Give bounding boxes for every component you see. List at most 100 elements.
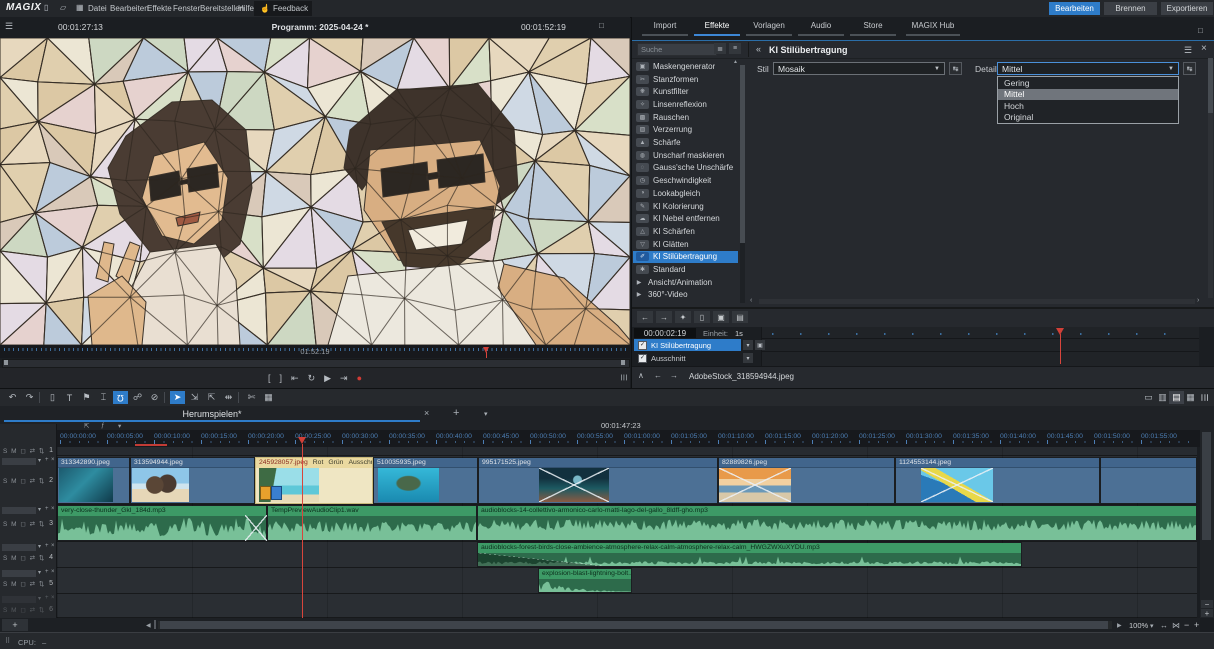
search-input[interactable] (637, 43, 717, 56)
video-clip[interactable]: 510035935.jpeg (373, 457, 478, 504)
video-clip[interactable]: 313594944.jpeg (130, 457, 255, 504)
media-prev-icon[interactable]: ← (654, 371, 662, 380)
mouse-mode-stretch-icon[interactable]: ⇹ (221, 391, 236, 404)
menu-effekte[interactable]: Effekte (147, 4, 172, 13)
effect-item-unscharf-maskieren[interactable]: ◍Unscharf maskieren (633, 149, 738, 162)
project-add-icon[interactable]: + (453, 407, 459, 419)
keyframe-lane[interactable] (761, 327, 1199, 366)
menu-fenster[interactable]: Fenster (173, 4, 200, 13)
preview-scrub-bar[interactable] (0, 358, 630, 368)
delete-object-icon[interactable]: ▯ (45, 391, 60, 404)
track-dropdown-icon[interactable]: ▾ (38, 543, 41, 550)
effect-item-geschwindigkeit[interactable]: ◷Geschwindigkeit (633, 174, 738, 187)
mode-button-brennen[interactable]: Brennen (1104, 2, 1157, 15)
details-reset-button[interactable]: ↹ (1183, 62, 1196, 75)
jump-end-icon[interactable]: ⇥ (340, 374, 348, 383)
video-clip[interactable]: 313342890.jpeg (57, 457, 130, 504)
effect-item-ki-schärfen[interactable]: △KI Schärfen (633, 225, 738, 238)
timeline-playhead-line[interactable] (302, 444, 303, 618)
mode-button-exportieren[interactable]: Exportieren (1161, 2, 1213, 15)
effect-item-kunstfilter[interactable]: ❋Kunstfilter (633, 85, 738, 98)
keyframe-row-checkbox[interactable]: ✓ (638, 341, 647, 350)
track-options-dropdown-icon[interactable]: ▾ (118, 422, 121, 430)
track-name-input[interactable] (2, 507, 36, 514)
video-clip[interactable]: 82889826.jpeg (718, 457, 895, 504)
panel-menu-icon[interactable]: ☰ (1184, 45, 1192, 56)
tab-effekte[interactable]: Effekte (691, 21, 743, 36)
panel-fullscreen-icon[interactable]: □ (1198, 26, 1203, 35)
track-sm-buttons[interactable]: S M ◻ ⇄ ⇅ (3, 606, 45, 614)
track-vscrollbar-thumb[interactable] (1202, 432, 1211, 540)
audio-clip[interactable]: explosion-blast-lightning-bolt... (538, 568, 632, 593)
track-sm-buttons[interactable]: S M ◻ ⇄ ⇅ (3, 554, 45, 562)
sort-list-icon[interactable]: ≣ (714, 43, 726, 54)
effect-item-gauss-sche-unschärfe[interactable]: ◌Gauss'sche Unschärfe (633, 162, 738, 175)
add-track-button[interactable]: + (2, 619, 28, 631)
details-dropdown[interactable]: Mittel ▼ (997, 62, 1179, 75)
effect-item-ki-nebel-entfernen[interactable]: ☁KI Nebel entfernen (633, 212, 738, 225)
details-option-mittel[interactable]: Mittel (998, 89, 1178, 101)
loop-icon[interactable]: ↻ (308, 374, 316, 383)
track-dropdown-icon[interactable]: ▾ (38, 506, 41, 513)
record-icon[interactable]: ● (357, 374, 362, 383)
zoom-in-icon[interactable]: + (1194, 620, 1199, 630)
audio-clip[interactable]: audioblocks-14-collettivo-armonico-carlo… (477, 505, 1197, 541)
hscroll-track[interactable] (158, 621, 1112, 629)
back-chevron-icon[interactable]: « (756, 44, 761, 54)
timeline-mode-icon[interactable]: ▤ (1169, 391, 1184, 404)
track-dropdown-icon[interactable]: ▾ (38, 595, 41, 602)
hscroll-thumb-grip[interactable] (154, 620, 156, 629)
video-clip[interactable]: 995171525.jpeg (478, 457, 718, 504)
effect-item-ansicht-animation[interactable]: ▶Ansicht/Animation (633, 276, 738, 289)
project-list-dropdown-icon[interactable]: ▾ (484, 410, 488, 418)
track-add-icon[interactable]: + (45, 543, 49, 549)
preview-fullscreen-icon[interactable]: □ (599, 21, 604, 30)
scrub-handle-right[interactable] (621, 360, 625, 365)
mouse-mode-all-icon[interactable]: ⇱ (204, 391, 219, 404)
detail-scroll-left-icon[interactable]: ‹ (750, 297, 752, 304)
track-dropdown-icon[interactable]: ▾ (38, 457, 41, 464)
effect-item-standard[interactable]: ✱Standard (633, 263, 738, 276)
audio-mixer-icon[interactable]: ☰ (1197, 391, 1212, 404)
track-name-input[interactable] (2, 458, 36, 465)
hscroll-thumb[interactable] (160, 621, 1108, 629)
menu-bearbeiten[interactable]: Bearbeiten (110, 4, 149, 13)
effect-item-ki-glätten[interactable]: ▽KI Glätten (633, 238, 738, 251)
video-clip[interactable]: 1124553144.jpeg (895, 457, 1100, 504)
effect-item-lookabgleich[interactable]: ◑Lookabgleich (633, 187, 738, 200)
split-object-icon[interactable]: ✄ (244, 391, 259, 404)
track-name-input[interactable] (2, 544, 36, 551)
menu-hilfe[interactable]: Hilfe (238, 4, 254, 13)
marker-icon[interactable]: ⚑ (79, 391, 94, 404)
keyframe-row-ki-stilübertragung[interactable]: ✓KI Stilübertragung (634, 339, 741, 351)
sort-tree-icon[interactable]: ≡ (729, 43, 741, 54)
audio-level-icon[interactable]: ☰ (620, 373, 627, 382)
details-option-original[interactable]: Original (998, 112, 1178, 124)
zoom-level-value[interactable]: 100% (1129, 621, 1148, 630)
video-clip[interactable] (1100, 457, 1197, 504)
tab-import[interactable]: Import (639, 21, 691, 36)
hscroll-left-icon[interactable]: ◀ (146, 622, 151, 629)
track-add-icon[interactable]: + (45, 457, 49, 463)
range-in-icon[interactable]: [ (268, 374, 271, 383)
expand-arrow-icon[interactable]: ▶ (633, 279, 645, 286)
project-tab[interactable]: Herumspielen* (4, 409, 420, 419)
audio-clip[interactable]: audioblocks-forest-birds-close-ambience-… (477, 542, 1022, 567)
stil-dropdown[interactable]: Mosaik ▼ (773, 62, 945, 75)
track-lane-6[interactable] (57, 594, 1197, 618)
unlink-objects-icon[interactable]: ⊘ (147, 391, 162, 404)
keyframe-next-icon[interactable]: → (656, 311, 672, 323)
stil-reset-button[interactable]: ↹ (949, 62, 962, 75)
mouse-mode-single-icon[interactable]: ⇲ (187, 391, 202, 404)
effect-item-maskengenerator[interactable]: ▣Maskengenerator (633, 60, 738, 73)
keyframe-playhead-marker[interactable] (1056, 328, 1064, 335)
audio-clip[interactable]: very-close-thunder_GkI_184d.mp3 (57, 505, 267, 541)
track-add-icon[interactable]: + (45, 506, 49, 512)
detail-vscrollbar-thumb[interactable] (1208, 58, 1213, 113)
keyframe-copy-icon[interactable]: ▣ (713, 311, 729, 323)
track-sm-buttons[interactable]: S M ◻ ⇄ ⇅ (3, 520, 45, 528)
track-sm-buttons[interactable]: S M ◻ ⇄ ⇅ (3, 580, 45, 588)
multicam-mode-icon[interactable]: ▦ (1183, 391, 1198, 404)
expand-arrow-icon[interactable]: ▶ (633, 291, 645, 298)
track-dropdown-icon[interactable]: ▾ (38, 569, 41, 576)
